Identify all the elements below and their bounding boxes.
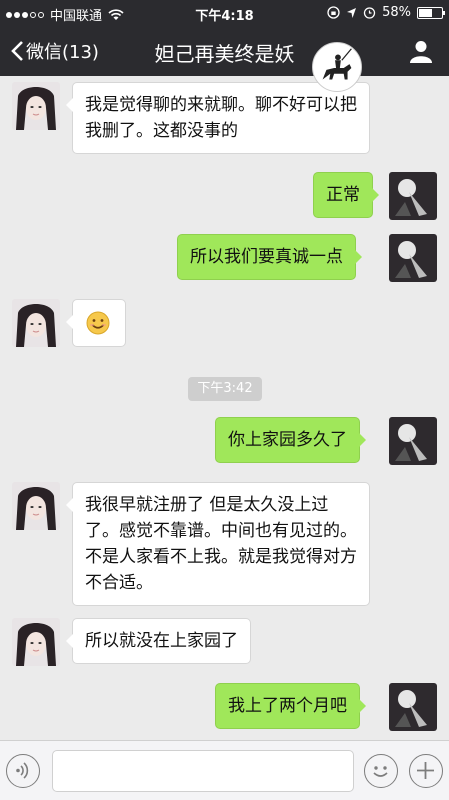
message-bubble-incoming-emoji[interactable]: 😊 — [66, 299, 126, 347]
voice-button[interactable] — [6, 754, 40, 788]
contact-avatar[interactable] — [12, 82, 60, 130]
nav-bar: 微信(13) 妲己再美终是妖 — [0, 26, 449, 76]
my-avatar[interactable] — [389, 417, 437, 465]
battery-icon — [417, 6, 445, 19]
my-avatar[interactable] — [389, 683, 437, 731]
contact-avatar[interactable] — [12, 618, 60, 666]
message-bubble-outgoing[interactable]: 你上家园多久了 — [215, 417, 366, 463]
chat-title: 妲己再美终是妖 — [154, 42, 295, 66]
time-divider: 下午3:42 — [188, 377, 262, 401]
message-bubble-outgoing[interactable]: 正常 — [313, 172, 379, 218]
emoji-button[interactable] — [364, 754, 398, 788]
input-bar — [0, 740, 449, 800]
alarm-icon — [363, 7, 376, 19]
battery-percent: 58% — [382, 5, 411, 20]
message-bubble-incoming[interactable]: 我是觉得聊的来就聊。聊不好可以把我删了。这都没事的 — [66, 82, 370, 154]
message-input[interactable] — [52, 750, 354, 792]
location-icon — [347, 7, 357, 18]
my-avatar[interactable] — [389, 172, 437, 220]
rider-avatar-badge — [312, 42, 362, 92]
message-bubble-incoming[interactable]: 我很早就注册了 但是太久没上过了。感觉不靠谱。中间也有见过的。不是人家看不上我。… — [66, 482, 370, 606]
more-button[interactable] — [409, 754, 443, 788]
status-bar: 中国联通 下午4:18 58% — [0, 0, 449, 26]
emoji-icon — [373, 766, 388, 777]
chat-area[interactable]: 我是觉得聊的来就聊。聊不好可以把我删了。这都没事的 正常 所以我们要真诚一点 下… — [0, 76, 449, 740]
contact-avatar[interactable] — [12, 482, 60, 530]
voice-icon — [16, 762, 29, 779]
message-bubble-outgoing[interactable]: 所以我们要真诚一点 — [177, 234, 362, 280]
status-right: 58% — [327, 5, 445, 20]
my-avatar[interactable] — [389, 234, 437, 282]
contact-avatar[interactable] — [12, 299, 60, 347]
message-bubble-incoming[interactable]: 所以就没在上家园了 — [66, 618, 251, 664]
contact-profile-icon[interactable] — [409, 39, 433, 63]
plus-icon — [417, 762, 434, 779]
smile-emoji-icon — [86, 311, 110, 335]
rotation-lock-icon — [327, 6, 340, 19]
message-bubble-outgoing[interactable]: 我上了两个月吧 — [215, 683, 366, 729]
